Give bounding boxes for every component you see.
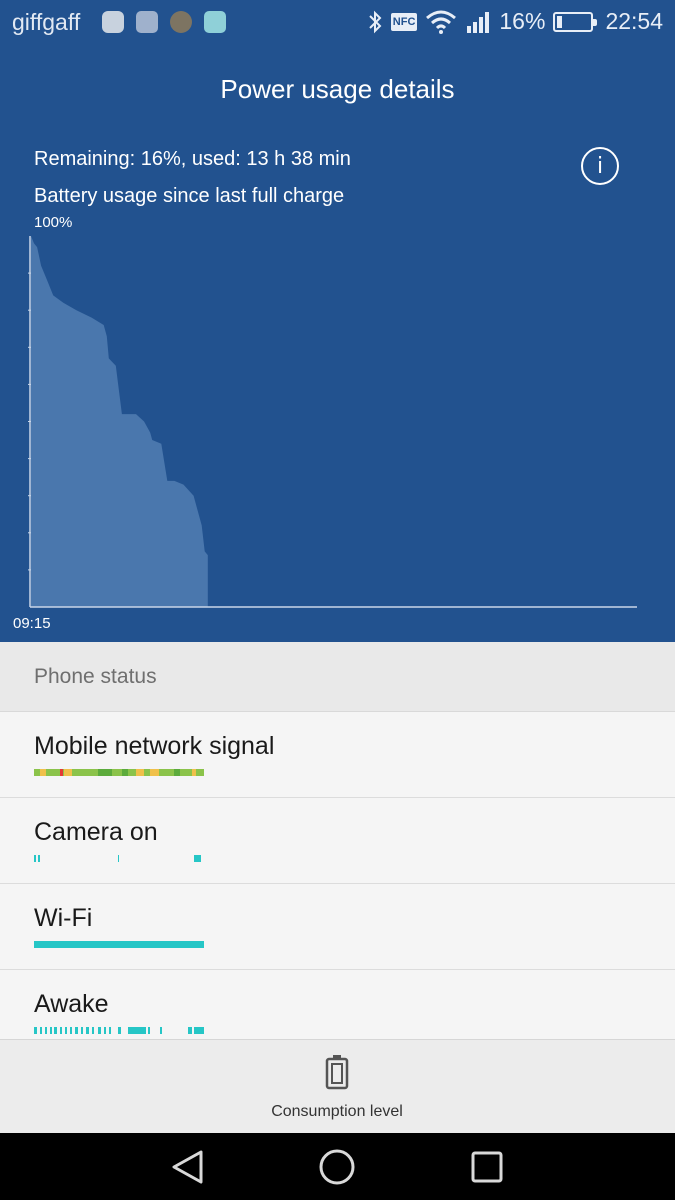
list-item: Mobile network signal [0,712,675,798]
bottom-action-bar: Consumption level [0,1039,675,1133]
info-glyph: i [596,153,604,179]
row-label: Awake [34,990,109,1018]
consumption-level-button[interactable]: Consumption level [237,1054,437,1128]
awake-timeline [34,1027,204,1034]
battery-percent: 16% [499,8,546,34]
section-header: Phone status [0,642,675,712]
battery-level-area [31,236,208,607]
row-label: Mobile network signal [34,732,275,760]
battery-icon [553,11,598,32]
list-item: Wi-Fi [0,884,675,970]
mobile-signal-timeline [34,769,204,776]
list-item: Awake [0,970,675,1039]
page-title: Power usage details [220,74,455,104]
nfc-icon: NFC [390,12,418,31]
row-label: Wi-Fi [34,904,93,932]
carrier-name: giffgaff [12,9,81,35]
notification-icons [102,11,226,33]
bluetooth-icon [367,10,383,34]
clock: 22:54 [605,8,663,34]
status-indicators: NFC 16% 22:54 [367,8,663,35]
camera-timeline [34,855,201,862]
status-bar: giffgaff NFC 16% 22:54 [0,0,675,46]
contact-avatar-icon [170,11,192,33]
gallery-icon [204,11,226,33]
wifi-timeline [34,941,204,948]
row-label: Camera on [34,818,158,846]
x-axis-start-label: 09:15 [13,615,51,632]
cell-signal-icon [465,11,491,33]
info-icon[interactable]: i [581,147,619,185]
back-icon[interactable] [168,1148,206,1186]
phone-status-list[interactable]: Phone status Mobile network signal Camer… [0,642,675,1039]
health-app-icon [136,11,158,33]
battery-usage-chart [28,236,637,608]
battery-header: Power usage details Remaining: 16%, used… [0,46,675,642]
wifi-icon [425,10,457,34]
app-notification-icon [102,11,124,33]
chart-subtitle: Battery usage since last full charge [34,185,345,207]
remaining-summary: Remaining: 16%, used: 13 h 38 min [34,148,351,170]
battery-icon [325,1054,349,1095]
home-icon[interactable] [318,1148,356,1186]
recents-icon[interactable] [468,1148,506,1186]
list-item: Camera on [0,798,675,884]
navigation-bar [0,1133,675,1200]
consumption-level-label: Consumption level [271,1103,403,1120]
